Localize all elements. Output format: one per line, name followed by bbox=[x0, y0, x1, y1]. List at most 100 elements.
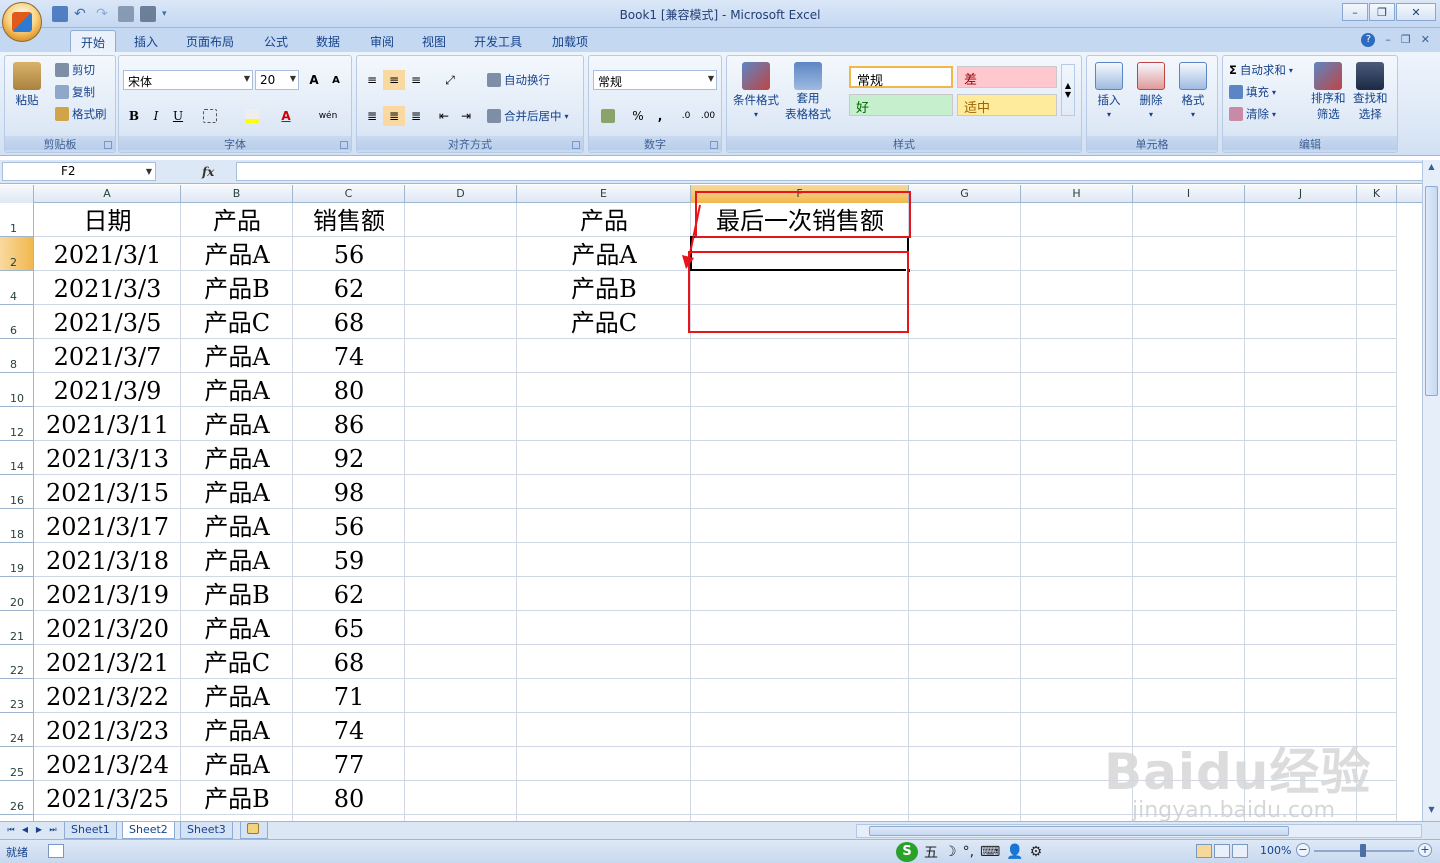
sogou-ime-icon[interactable]: S bbox=[896, 842, 918, 862]
help-icon[interactable]: ? bbox=[1361, 33, 1376, 47]
align-center-button[interactable]: ≣ bbox=[383, 106, 405, 126]
zoom-in-icon[interactable]: + bbox=[1418, 843, 1432, 857]
phonetic-button[interactable]: wén bbox=[313, 106, 343, 126]
row-header[interactable]: 20 bbox=[0, 577, 34, 611]
cell-c1[interactable]: 销售额 bbox=[293, 204, 405, 238]
column-header-a[interactable]: A bbox=[34, 185, 181, 203]
style-good[interactable]: 好 bbox=[849, 94, 953, 116]
cell-b22[interactable]: 产品C bbox=[181, 646, 293, 680]
prev-sheet-icon[interactable]: ◀ bbox=[20, 825, 30, 837]
sheet-tab-2[interactable]: Sheet2 bbox=[122, 822, 175, 839]
tab-formulas[interactable]: 公式 bbox=[254, 30, 298, 52]
sheet-tab-1[interactable]: Sheet1 bbox=[64, 822, 117, 839]
tab-home[interactable]: 开始 bbox=[70, 30, 117, 52]
cell-c20[interactable]: 62 bbox=[293, 578, 405, 612]
fill-button[interactable]: 填充 ▾ bbox=[1229, 84, 1276, 100]
column-header-e[interactable]: E bbox=[517, 185, 691, 203]
row-header[interactable]: 25 bbox=[0, 747, 34, 781]
italic-button[interactable]: I bbox=[145, 106, 167, 126]
row-header[interactable]: 12 bbox=[0, 407, 34, 441]
style-neutral[interactable]: 适中 bbox=[957, 94, 1057, 116]
sheet-tab-3[interactable]: Sheet3 bbox=[180, 822, 233, 839]
zoom-slider-thumb[interactable] bbox=[1360, 844, 1366, 857]
next-sheet-icon[interactable]: ▶ bbox=[34, 825, 44, 837]
cell-b19[interactable]: 产品A bbox=[181, 544, 293, 578]
row-header[interactable]: 26 bbox=[0, 781, 34, 815]
minimize-button[interactable]: – bbox=[1342, 3, 1368, 21]
ribbon-close-icon[interactable]: ✕ bbox=[1421, 33, 1430, 47]
cell-c2[interactable]: 56 bbox=[293, 238, 405, 272]
decrease-decimal-button[interactable]: .00 bbox=[697, 106, 719, 126]
ribbon-minimize-icon[interactable]: – bbox=[1385, 33, 1391, 47]
column-header-j[interactable]: J bbox=[1245, 185, 1357, 203]
cell-a25[interactable]: 2021/3/24 bbox=[34, 748, 181, 782]
row-header[interactable]: 6 bbox=[0, 305, 34, 339]
wrap-text-button[interactable]: 自动换行 bbox=[487, 72, 550, 88]
row-header[interactable]: 10 bbox=[0, 373, 34, 407]
column-header-b[interactable]: B bbox=[181, 185, 293, 203]
cell-a2[interactable]: 2021/3/1 bbox=[34, 238, 181, 272]
cell-e1[interactable]: 产品 bbox=[517, 204, 691, 238]
shrink-font-button[interactable]: A bbox=[325, 70, 347, 90]
row-header[interactable]: 14 bbox=[0, 441, 34, 475]
page-break-view-icon[interactable] bbox=[1232, 844, 1248, 858]
tab-page-layout[interactable]: 页面布局 bbox=[176, 30, 244, 52]
row-header[interactable]: 4 bbox=[0, 271, 34, 305]
align-right-button[interactable]: ≣ bbox=[405, 106, 427, 126]
font-name-select[interactable]: 宋体 ▼ bbox=[123, 70, 253, 90]
cell-b20[interactable]: 产品B bbox=[181, 578, 293, 612]
cell-a20[interactable]: 2021/3/19 bbox=[34, 578, 181, 612]
normal-view-icon[interactable] bbox=[1196, 844, 1212, 858]
vertical-scroll-thumb[interactable] bbox=[1425, 186, 1438, 396]
cell-b1[interactable]: 产品 bbox=[181, 204, 293, 238]
cell-a23[interactable]: 2021/3/22 bbox=[34, 680, 181, 714]
align-top-button[interactable]: ≡ bbox=[361, 70, 383, 90]
cell-a24[interactable]: 2021/3/23 bbox=[34, 714, 181, 748]
find-select-button[interactable]: 查找和 选择 bbox=[1353, 62, 1388, 122]
formula-input[interactable] bbox=[236, 162, 1424, 181]
autosum-button[interactable]: Σ 自动求和 ▾ bbox=[1229, 62, 1293, 78]
cell-b21[interactable]: 产品A bbox=[181, 612, 293, 646]
punctuation-icon[interactable]: °, bbox=[963, 844, 974, 860]
row-header[interactable]: 19 bbox=[0, 543, 34, 577]
row-header[interactable]: 23 bbox=[0, 679, 34, 713]
cell-a10[interactable]: 2021/3/9 bbox=[34, 374, 181, 408]
insert-sheet-button[interactable] bbox=[240, 822, 268, 839]
cell-e4[interactable]: 产品B bbox=[517, 272, 691, 306]
cell-a6[interactable]: 2021/3/5 bbox=[34, 306, 181, 340]
font-color-button[interactable]: A bbox=[275, 106, 297, 126]
cell-b25[interactable]: 产品A bbox=[181, 748, 293, 782]
tab-review[interactable]: 审阅 bbox=[360, 30, 404, 52]
cell-b24[interactable]: 产品A bbox=[181, 714, 293, 748]
align-middle-button[interactable]: ≡ bbox=[383, 70, 405, 90]
align-bottom-button[interactable]: ≡ bbox=[405, 70, 427, 90]
format-painter-button[interactable]: 格式刷 bbox=[55, 106, 107, 122]
cut-button[interactable]: 剪切 bbox=[55, 62, 95, 78]
first-sheet-icon[interactable]: ⏮ bbox=[6, 825, 16, 837]
cell-a14[interactable]: 2021/3/13 bbox=[34, 442, 181, 476]
number-launcher-icon[interactable] bbox=[710, 141, 718, 149]
fx-icon[interactable]: fx bbox=[202, 165, 214, 179]
zoom-level[interactable]: 100% bbox=[1260, 844, 1291, 857]
select-all-corner[interactable] bbox=[0, 185, 34, 203]
row-header[interactable]: 18 bbox=[0, 509, 34, 543]
cell-c26[interactable]: 80 bbox=[293, 782, 405, 816]
cell-b12[interactable]: 产品A bbox=[181, 408, 293, 442]
cell-e2[interactable]: 产品A bbox=[517, 238, 691, 272]
style-normal[interactable]: 常规 bbox=[849, 66, 953, 89]
merge-center-button[interactable]: 合并后居中 ▾ bbox=[487, 108, 569, 124]
orientation-button[interactable]: ⤢ bbox=[435, 70, 465, 90]
tools-icon[interactable]: ⚙ bbox=[1030, 844, 1043, 860]
cell-a16[interactable]: 2021/3/15 bbox=[34, 476, 181, 510]
cell-c10[interactable]: 80 bbox=[293, 374, 405, 408]
sort-filter-button[interactable]: 排序和 筛选 bbox=[1311, 62, 1346, 122]
cell-a4[interactable]: 2021/3/3 bbox=[34, 272, 181, 306]
cell-c25[interactable]: 77 bbox=[293, 748, 405, 782]
cell-a26[interactable]: 2021/3/25 bbox=[34, 782, 181, 816]
cell-c21[interactable]: 65 bbox=[293, 612, 405, 646]
cell-c19[interactable]: 59 bbox=[293, 544, 405, 578]
tab-view[interactable]: 视图 bbox=[412, 30, 456, 52]
increase-indent-button[interactable]: ⇥ bbox=[455, 106, 477, 126]
cell-c8[interactable]: 74 bbox=[293, 340, 405, 374]
cell-c24[interactable]: 74 bbox=[293, 714, 405, 748]
